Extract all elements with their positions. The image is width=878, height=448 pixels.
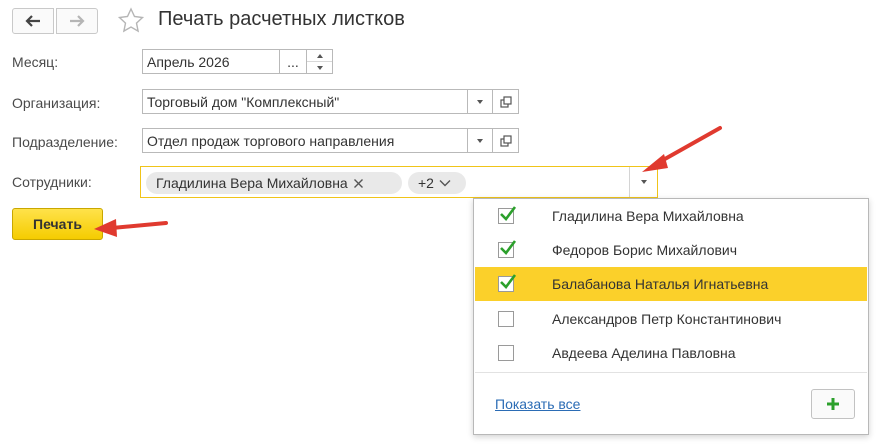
department-open-button[interactable] bbox=[492, 128, 519, 153]
employees-multiselect[interactable]: Гладилина Вера Михайловна +2 bbox=[140, 166, 658, 198]
list-item-label: Федоров Борис Михайлович bbox=[552, 242, 738, 258]
list-item-label: Балабанова Наталья Игнатьевна bbox=[552, 276, 769, 292]
annotation-arrow-icon bbox=[642, 126, 722, 172]
checkmark-icon bbox=[500, 274, 517, 289]
more-employees-count: +2 bbox=[418, 175, 434, 191]
arrow-left-icon bbox=[25, 15, 40, 27]
checkbox[interactable] bbox=[498, 240, 517, 258]
list-item[interactable]: Гладилина Вера Михайловна bbox=[475, 199, 867, 233]
list-item[interactable]: Александров Петр Константинович bbox=[475, 302, 867, 336]
forward-button[interactable] bbox=[56, 8, 98, 34]
add-button[interactable] bbox=[811, 389, 855, 419]
chevron-down-icon bbox=[477, 99, 483, 104]
open-form-icon bbox=[499, 95, 512, 108]
dropdown-divider bbox=[475, 372, 867, 373]
list-item[interactable]: Балабанова Наталья Игнатьевна bbox=[475, 267, 867, 301]
organization-label: Организация: bbox=[12, 95, 101, 111]
list-item[interactable]: Авдеева Аделина Павловна bbox=[475, 336, 867, 370]
favorite-star-icon[interactable] bbox=[116, 6, 146, 36]
show-all-link[interactable]: Показать все bbox=[495, 396, 580, 412]
list-item[interactable]: Федоров Борис Михайлович bbox=[475, 233, 867, 267]
employee-chip[interactable]: Гладилина Вера Михайловна bbox=[146, 172, 402, 194]
chevron-down-icon bbox=[439, 180, 451, 187]
month-choose-button[interactable]: ... bbox=[279, 49, 307, 74]
list-item-label: Гладилина Вера Михайловна bbox=[552, 208, 744, 224]
checkbox[interactable] bbox=[498, 311, 514, 327]
month-label: Месяц: bbox=[12, 54, 59, 70]
month-down-icon[interactable] bbox=[307, 62, 332, 73]
plus-icon bbox=[827, 398, 839, 410]
employees-label: Сотрудники: bbox=[12, 174, 92, 190]
organization-input[interactable]: Торговый дом "Комплексный" bbox=[142, 89, 468, 114]
checkmark-icon bbox=[500, 240, 517, 255]
checkbox[interactable] bbox=[498, 345, 514, 361]
month-up-icon[interactable] bbox=[307, 50, 332, 62]
back-button[interactable] bbox=[12, 8, 54, 34]
month-stepper[interactable] bbox=[306, 49, 333, 74]
page-title: Печать расчетных листков bbox=[158, 8, 405, 30]
checkmark-icon bbox=[500, 206, 517, 221]
more-employees-chip[interactable]: +2 bbox=[408, 172, 466, 194]
checkbox[interactable] bbox=[498, 274, 517, 292]
chevron-down-icon bbox=[477, 138, 483, 143]
chevron-down-icon bbox=[641, 180, 647, 184]
department-input[interactable]: Отдел продаж торгового направления bbox=[142, 128, 468, 153]
employee-chip-label: Гладилина Вера Михайловна bbox=[156, 175, 348, 191]
department-label: Подразделение: bbox=[12, 134, 118, 150]
list-item-label: Александров Петр Константинович bbox=[552, 311, 782, 327]
list-item-label: Авдеева Аделина Павловна bbox=[552, 345, 736, 361]
checkbox[interactable] bbox=[498, 206, 517, 224]
month-input[interactable]: Апрель 2026 bbox=[142, 49, 280, 74]
annotation-arrow-icon bbox=[94, 219, 168, 237]
open-form-icon bbox=[499, 134, 512, 147]
department-dropdown-button[interactable] bbox=[467, 128, 493, 153]
arrow-right-icon bbox=[70, 15, 85, 27]
employees-dropdown-list: Гладилина Вера Михайловна Федоров Борис М… bbox=[473, 198, 869, 435]
close-icon[interactable] bbox=[353, 178, 364, 189]
organization-dropdown-button[interactable] bbox=[467, 89, 493, 114]
organization-open-button[interactable] bbox=[492, 89, 519, 114]
